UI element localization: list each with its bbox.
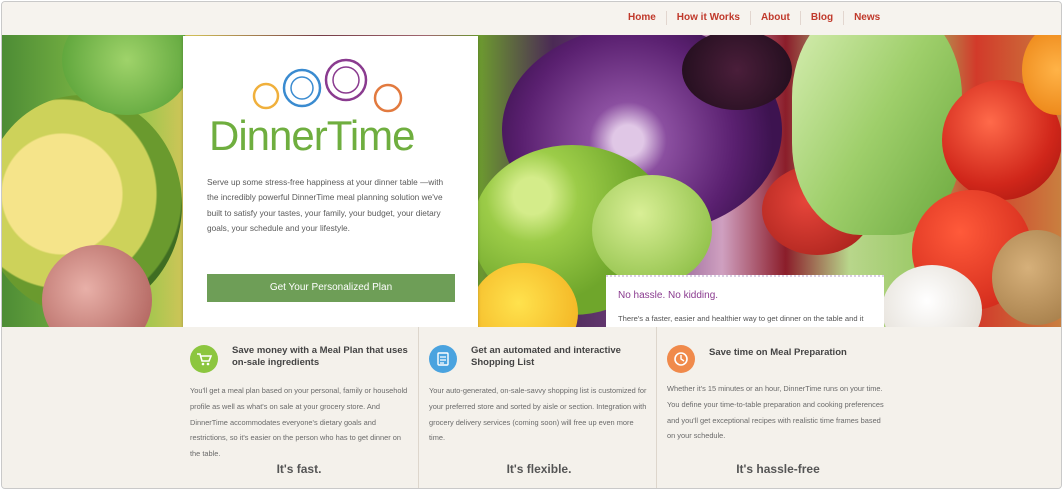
feature-meal-prep: Save time on Meal Preparation Whether it… xyxy=(656,327,896,488)
clock-icon xyxy=(667,345,695,373)
nav-menu: Home How it Works About Blog News xyxy=(618,11,890,25)
feature-title: Save time on Meal Preparation xyxy=(709,347,847,358)
feature-description: Your auto-generated, on-sale-savvy shopp… xyxy=(429,386,647,443)
feature-title: Save money with a Meal Plan that uses on… xyxy=(232,345,408,368)
feature-shopping-list: Get an automated and interactive Shoppin… xyxy=(418,327,656,488)
no-hassle-callout: No hassle. No kidding. There's a faster,… xyxy=(606,275,884,327)
nav-blog-link[interactable]: Blog xyxy=(799,11,843,25)
feature-title: Get an automated and interactive Shoppin… xyxy=(471,345,621,368)
intro-card: DinnerTime Serve up some stress-free hap… xyxy=(183,36,478,327)
grapes-image-2 xyxy=(592,175,712,285)
feature-description: You'll get a meal plan based on your per… xyxy=(190,386,408,459)
feature-meal-plan: Save money with a Meal Plan that uses on… xyxy=(190,327,418,488)
callout-title: No hassle. No kidding. xyxy=(618,290,719,301)
callout-body: There's a faster, easier and healthier w… xyxy=(618,314,864,323)
feature-tagline: It's flexible. xyxy=(506,462,572,476)
nav-about-link[interactable]: About xyxy=(749,11,800,25)
feature-description: Whether it's 15 minutes or an hour, Dinn… xyxy=(667,384,884,441)
nav-home-link[interactable]: Home xyxy=(618,11,666,25)
cart-icon xyxy=(190,345,218,373)
top-nav-bar: Home How it Works About Blog News xyxy=(2,2,1061,35)
nav-how-it-works-link[interactable]: How it Works xyxy=(665,11,750,25)
dinnertime-logo[interactable]: DinnerTime xyxy=(209,112,415,160)
feature-tagline: It's hassle-free xyxy=(736,462,820,476)
feature-tagline: It's fast. xyxy=(276,462,322,476)
get-personalized-plan-button[interactable]: Get Your Personalized Plan xyxy=(207,274,455,302)
intro-text: Serve up some stress-free happiness at y… xyxy=(207,177,444,233)
browser-viewport: Home How it Works About Blog News Dinner… xyxy=(1,1,1062,489)
nav-news-link[interactable]: News xyxy=(843,11,890,25)
features-section: Save money with a Meal Plan that uses on… xyxy=(2,327,1061,488)
list-icon xyxy=(429,345,457,373)
logo-rings-icon xyxy=(252,58,403,113)
hero-banner: DinnerTime Serve up some stress-free hap… xyxy=(2,35,1061,327)
